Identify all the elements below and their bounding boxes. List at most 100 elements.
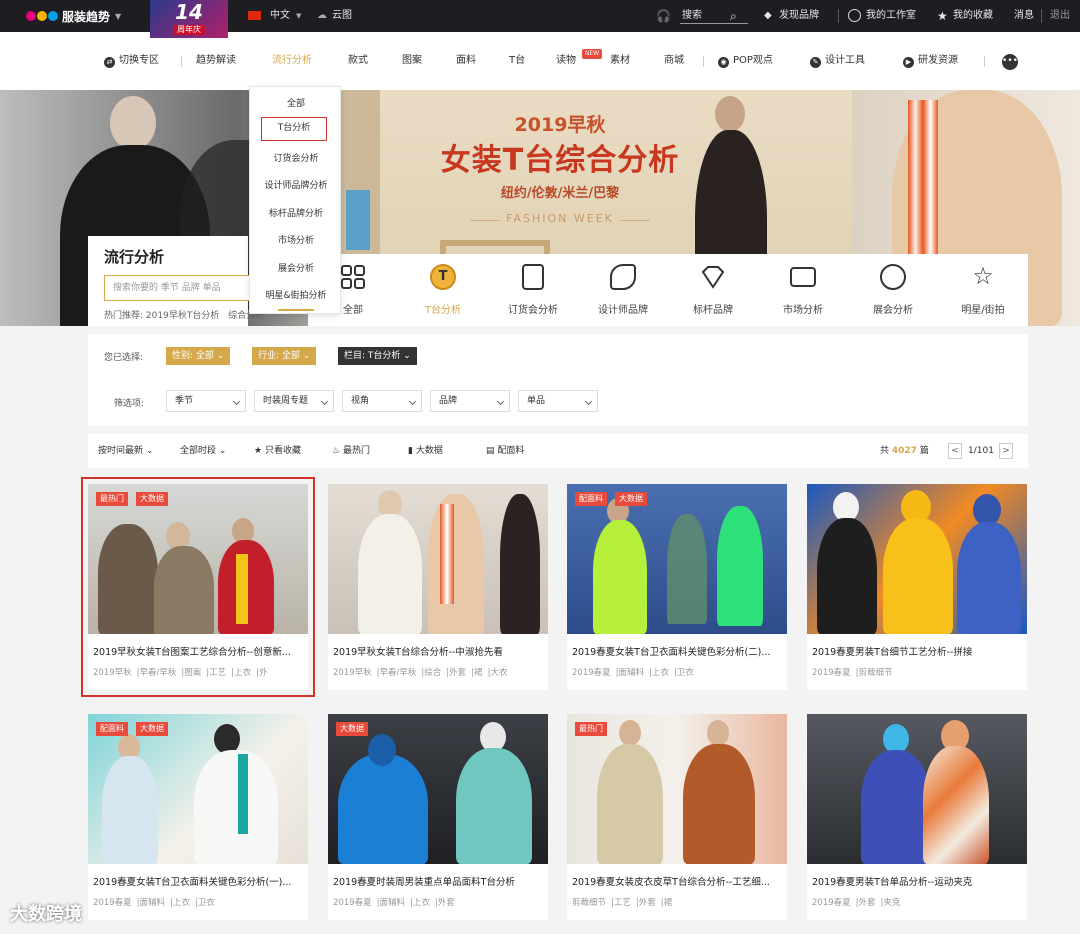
nav-shop[interactable]: 商城	[664, 32, 684, 90]
card-tag[interactable]: 早春/早秋	[380, 668, 417, 678]
card-tag[interactable]: 工艺	[209, 668, 226, 678]
only-favorites-filter[interactable]: ★ 只看收藏	[254, 434, 301, 468]
card-tag[interactable]: 剪裁细节	[859, 668, 893, 678]
card-tag[interactable]: 裙	[474, 668, 483, 678]
card-tag[interactable]: 外	[259, 668, 268, 678]
card-tag[interactable]: 面辅料	[619, 668, 645, 678]
card-tag[interactable]: 外套	[438, 898, 455, 908]
card-tag[interactable]: 裙	[664, 898, 673, 908]
nav-materials[interactable]: 素材	[610, 32, 630, 90]
card-title[interactable]: 2019春夏时装周男装重点单品面料T台分析	[333, 874, 545, 888]
cloud-link[interactable]: 云图	[332, 0, 352, 32]
card-tag[interactable]: 外套	[639, 898, 656, 908]
dropdown-option[interactable]: 市场分析	[250, 233, 342, 246]
dropdown-option[interactable]: 明星&街拍分析	[250, 288, 342, 301]
category-order-fair[interactable]: 订货会分析	[488, 254, 578, 326]
article-card[interactable]: 配面料 大数据 2019春夏女装T台卫衣面料关键色彩分析(一)... 2019春夏…	[88, 714, 308, 920]
brand-logo[interactable]: 服装趋势 ▼	[26, 8, 121, 24]
card-tag[interactable]: 工艺	[614, 898, 631, 908]
dropdown-option[interactable]: 订货会分析	[250, 151, 342, 164]
card-tag[interactable]: 上衣	[413, 898, 430, 908]
anniversary-badge[interactable]: 14 周年庆	[150, 0, 228, 38]
card-tag[interactable]: 2019春夏	[93, 898, 132, 908]
language-selector[interactable]: 中文	[270, 0, 290, 32]
card-tag[interactable]: 2019早秋	[93, 668, 132, 678]
card-tag[interactable]: 外套	[449, 668, 466, 678]
card-tag[interactable]: 2019早秋	[333, 668, 372, 678]
nav-fabrics[interactable]: 面料	[456, 32, 476, 90]
dropdown-option[interactable]: 展会分析	[250, 261, 342, 274]
article-card[interactable]: 大数据 2019春夏时装周男装重点单品面料T台分析 2019春夏 |面辅料 |上衣 |…	[328, 714, 548, 920]
card-tag[interactable]: 综合	[424, 668, 441, 678]
nav-reading[interactable]: 读物	[556, 32, 576, 90]
card-title[interactable]: 2019春夏男装T台细节工艺分析--拼接	[812, 644, 1024, 658]
card-tag[interactable]: 2019春夏	[812, 668, 851, 678]
my-favorites-link[interactable]: 我的收藏	[953, 0, 993, 32]
my-studio-link[interactable]: 我的工作室	[866, 0, 916, 32]
article-card[interactable]: 2019春夏男装T台细节工艺分析--拼接 2019春夏 |剪裁细节	[807, 484, 1027, 690]
dropdown-option-selected[interactable]: T台分析	[261, 117, 327, 141]
nav-trend-analysis[interactable]: 流行分析	[272, 32, 312, 90]
card-tag[interactable]: 剪裁细节	[572, 898, 606, 908]
card-tag[interactable]: 2019春夏	[333, 898, 372, 908]
hot-item[interactable]: 2019早秋T台分析	[146, 311, 219, 321]
card-tag[interactable]: 上衣	[173, 898, 190, 908]
card-tag[interactable]: 2019春夏	[572, 668, 611, 678]
card-tag[interactable]: 图案	[184, 668, 201, 678]
sort-latest[interactable]: 按时间最新 ⌄	[98, 434, 153, 468]
category-benchmark-brand[interactable]: 标杆品牌	[668, 254, 758, 326]
card-title[interactable]: 2019早秋女装T台综合分析--中淑抢先看	[333, 644, 545, 658]
article-card[interactable]: 配面料 大数据 2019春夏女装T台卫衣面料关键色彩分析(二)... 2019春夏…	[567, 484, 787, 690]
selected-tag-column[interactable]: 栏目: T台分析 ⌄	[338, 347, 417, 365]
card-tag[interactable]: 上衣	[234, 668, 251, 678]
filter-view-select[interactable]: 视角	[342, 390, 422, 412]
filter-fashion-week-select[interactable]: 时装周专题	[254, 390, 334, 412]
filter-season-select[interactable]: 季节	[166, 390, 246, 412]
card-tag[interactable]: 早春/早秋	[140, 668, 177, 678]
sort-time-range[interactable]: 全部时段 ⌄	[180, 434, 226, 468]
article-card[interactable]: 2019春夏男装T台单品分析--运动夹克 2019春夏 |外套 |夹克	[807, 714, 1027, 920]
card-tag[interactable]: 卫衣	[198, 898, 215, 908]
next-page-button[interactable]: >	[999, 443, 1013, 459]
category-designer-brand[interactable]: 设计师品牌	[578, 254, 668, 326]
card-title[interactable]: 2019春夏女装T台卫衣面料关键色彩分析(二)...	[572, 644, 784, 658]
discover-brands-link[interactable]: 发现品牌	[779, 0, 819, 32]
card-tag[interactable]: 大衣	[490, 668, 507, 678]
dropdown-option[interactable]: 全部	[250, 96, 342, 109]
nav-patterns[interactable]: 图案	[402, 32, 422, 90]
card-tag[interactable]: 面辅料	[140, 898, 166, 908]
card-title[interactable]: 2019早秋女装T台图案工艺综合分析--创意新...	[93, 644, 305, 658]
search-icon[interactable]: ⌕	[730, 0, 737, 32]
card-tag[interactable]: 2019春夏	[812, 898, 851, 908]
dropdown-option[interactable]: 标杆品牌分析	[250, 206, 342, 219]
big-data-filter[interactable]: ▮ 大数据	[408, 434, 443, 468]
nav-styles[interactable]: 款式	[348, 32, 368, 90]
article-card[interactable]: 最热门 2019春夏女装皮衣皮草T台综合分析--工艺细... 剪裁细节 |工艺 |外…	[567, 714, 787, 920]
selected-tag-gender[interactable]: 性别: 全部 ⌄	[166, 347, 231, 365]
nav-rd-resources[interactable]: ▶ 研发资源	[903, 32, 958, 90]
card-title[interactable]: 2019春夏女装皮衣皮草T台综合分析--工艺细...	[572, 874, 784, 888]
nav-switch-zone[interactable]: ⇄ 切换专区	[104, 32, 159, 90]
selected-tag-industry[interactable]: 行业: 全部 ⌄	[252, 347, 317, 365]
messages-link[interactable]: 消息	[1014, 0, 1034, 32]
card-tag[interactable]: 夹克	[883, 898, 900, 908]
more-dots-icon[interactable]: •••	[1002, 54, 1018, 70]
nav-trend-reading[interactable]: 趋势解读	[196, 32, 236, 90]
dropdown-option[interactable]: 设计师品牌分析	[250, 178, 342, 191]
card-tag[interactable]: 上衣	[652, 668, 669, 678]
filter-brand-select[interactable]: 品牌	[430, 390, 510, 412]
card-title[interactable]: 2019春夏女装T台卫衣面料关键色彩分析(一)...	[93, 874, 305, 888]
category-market[interactable]: 市场分析	[758, 254, 848, 326]
nav-runway[interactable]: T台	[509, 32, 525, 90]
nav-pop-view[interactable]: ◉ POP观点	[718, 32, 773, 90]
logout-link[interactable]: 退出	[1050, 0, 1070, 32]
article-card[interactable]: 最热门 大数据 2019早秋女装T台图案工艺综合分析--创意新... 2019早秋…	[81, 477, 315, 697]
card-tag[interactable]: 面辅料	[380, 898, 406, 908]
category-exhibition[interactable]: 展会分析	[848, 254, 938, 326]
hottest-filter[interactable]: ♨ 最热门	[332, 434, 370, 468]
filter-item-select[interactable]: 单品	[518, 390, 598, 412]
category-runway-analysis[interactable]: T T台分析	[398, 254, 488, 326]
with-fabric-filter[interactable]: ▤ 配面料	[486, 434, 524, 468]
nav-design-tools[interactable]: ✎ 设计工具	[810, 32, 865, 90]
prev-page-button[interactable]: <	[948, 443, 962, 459]
